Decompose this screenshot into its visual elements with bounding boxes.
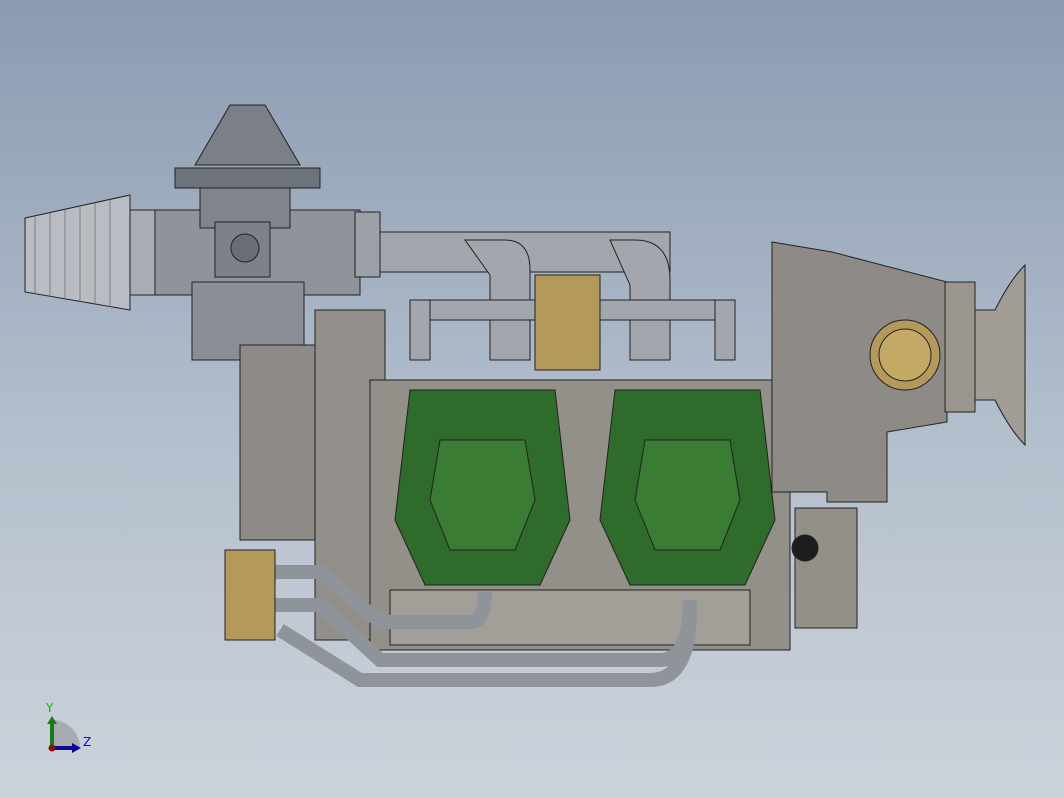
propeller-hub [974,263,1026,447]
intake-cone [194,104,301,166]
cad-viewport[interactable]: Y Z [0,0,1064,798]
brass-fitting [534,274,601,371]
axis-triad: Y Z [45,701,91,753]
y-axis-label: Y [45,701,54,715]
brass-nipples [224,549,276,641]
air-filter [24,194,161,311]
engine-model [24,104,1026,687]
z-axis-label: Z [83,735,91,749]
flywheel-housing [239,344,321,541]
